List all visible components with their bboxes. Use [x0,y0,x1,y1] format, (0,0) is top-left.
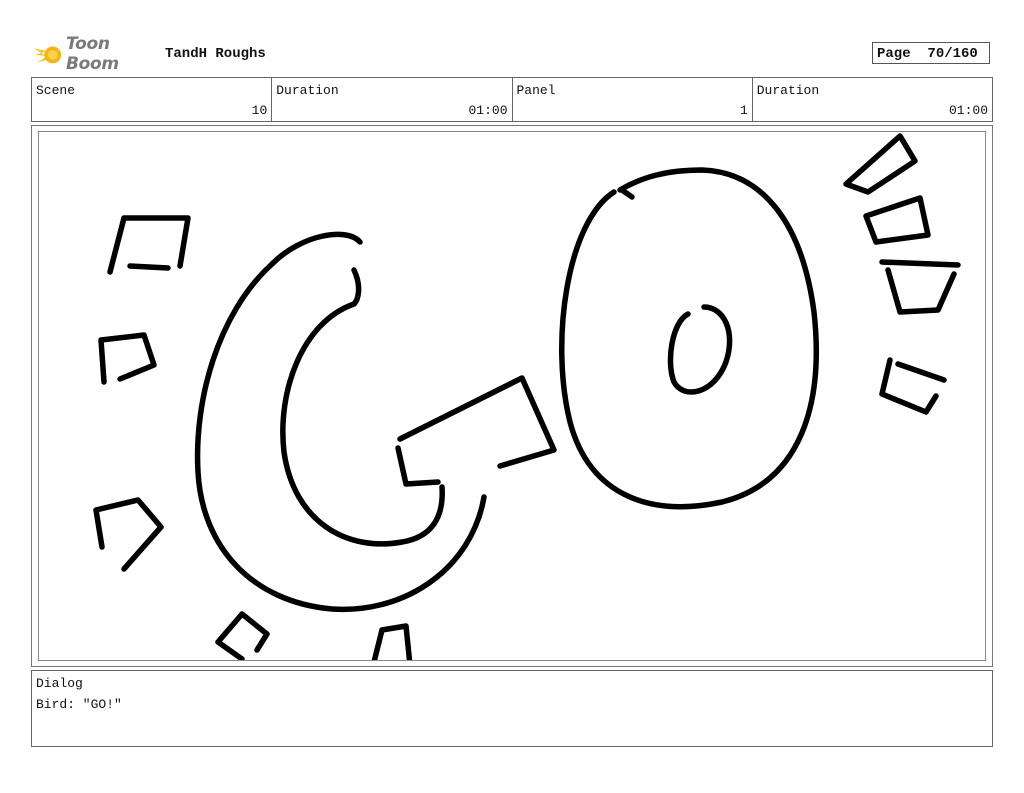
project-title: TandH Roughs [165,46,266,62]
scene-label: Scene [36,83,76,98]
page-indicator: Page 70/160 [872,42,990,64]
toon-boom-logo: Toon Boom [32,34,162,74]
storyboard-panel-frame [31,125,993,667]
page-number: 70/160 [927,46,978,62]
panel-duration-label: Duration [756,83,820,98]
scene-duration-cell: Duration 01:00 [272,78,513,121]
page-label: Page [877,46,911,62]
panel-duration-value: 01:00 [948,103,988,118]
go-sketch-drawing [93,133,961,660]
scene-cell: Scene 10 [32,78,273,121]
scene-duration-label: Duration [276,83,339,98]
panel-label: Panel [516,83,556,98]
dialog-label: Dialog [36,676,83,691]
scene-value: 10 [251,103,268,118]
panel-duration-cell: Duration 01:00 [753,78,992,121]
comet-icon [33,46,62,64]
dialog-box: Dialog Bird: "GO!" [31,670,993,747]
storyboard-panel [38,131,986,661]
dialog-text: Bird: "GO!" [36,697,122,712]
scene-duration-value: 01:00 [468,103,508,118]
panel-info-row: Scene 10 Duration 01:00 Panel 1 Duration… [31,77,993,122]
panel-value: 1 [739,103,748,118]
logo-text: Toon Boom [65,34,119,74]
panel-cell: Panel 1 [513,78,753,121]
